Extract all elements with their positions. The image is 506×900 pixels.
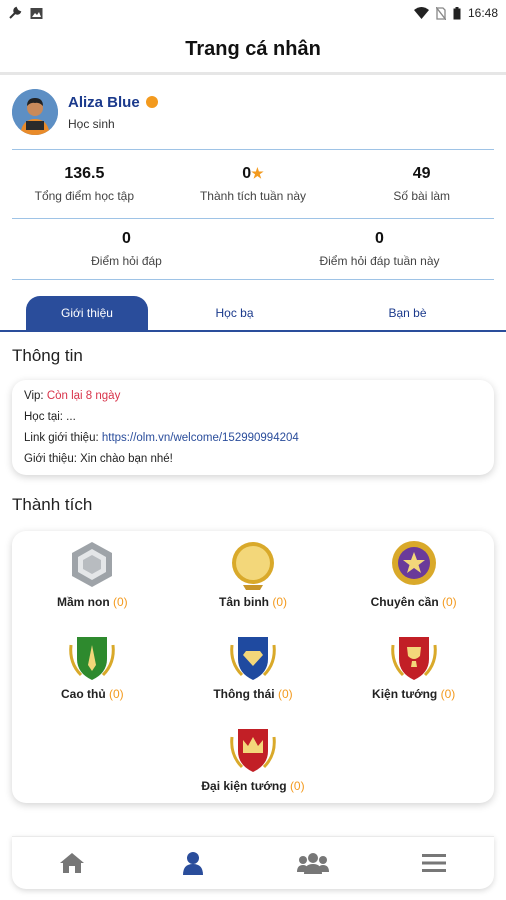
achievement-count: (0) — [113, 595, 128, 609]
menu-icon — [421, 854, 446, 872]
stats-row-2: 0 Điểm hỏi đáp 0 Điểm hỏi đáp tuần này — [0, 219, 506, 279]
no-sim-icon — [435, 6, 446, 20]
avatar[interactable] — [12, 89, 58, 135]
wifi-icon — [413, 7, 429, 19]
stat-value: 0 — [122, 230, 131, 247]
study-place-row: Học tại: ... — [24, 411, 76, 423]
star-medal-icon — [391, 541, 436, 585]
profile-tabs: Giới thiệu Học bạ Bạn bè — [0, 296, 506, 332]
home-icon — [60, 853, 85, 873]
tab-transcript[interactable]: Học bạ — [148, 296, 321, 330]
profile-role: Học sinh — [68, 116, 115, 131]
info-card: Vip: Còn lại 8 ngày Học tại: ... Link gi… — [12, 380, 494, 475]
profile-icon — [182, 852, 203, 875]
referral-link[interactable]: https://olm.vn/welcome/152990994204 — [102, 432, 299, 444]
stat-exercise-count: 49 Số bài làm — [337, 165, 506, 203]
bottom-nav — [12, 836, 494, 889]
achievement-count: (0) — [272, 595, 287, 609]
achievement-cao-thu[interactable]: Cao thủ (0) — [12, 631, 173, 717]
achievement-count: (0) — [277, 687, 293, 701]
achievement-name: Thông thái — [213, 687, 275, 701]
gold-medal-icon — [231, 542, 274, 590]
achievement-tan-binh[interactable]: Tân binh (0) — [173, 539, 334, 625]
stats-row-1: 136.5 Tổng điểm học tập 0★ Thành tích tu… — [0, 150, 506, 218]
clock: 16:48 — [467, 6, 498, 20]
achievement-mam-non[interactable]: Mầm non (0) — [12, 539, 173, 625]
achievement-name: Mầm non — [56, 595, 110, 609]
achievement-dai-kien-tuong[interactable]: Đại kiện tướng (0) — [173, 723, 334, 809]
nav-friends[interactable] — [283, 852, 343, 874]
stat-total-score: 136.5 Tổng điểm học tập — [0, 165, 169, 203]
stat-label: Tổng điểm học tập — [34, 189, 135, 203]
vip-badge-icon — [145, 96, 158, 108]
achievements-section-title: Thành tích — [12, 495, 93, 514]
image-icon — [30, 7, 43, 19]
achievement-count: (0) — [440, 687, 456, 701]
profile-name[interactable]: Aliza Blue — [68, 94, 140, 111]
nav-profile[interactable] — [163, 851, 223, 875]
vip-value: Còn lại 8 ngày — [46, 390, 121, 402]
achievement-name: Cao thủ — [60, 687, 106, 701]
achievement-kien-tuong[interactable]: Kiện tướng (0) — [333, 631, 494, 717]
link-row: Link giới thiệu: https://olm.vn/welcome/… — [24, 432, 482, 444]
stat-qa-weekly: 0 Điểm hỏi đáp tuần này — [253, 230, 506, 268]
tab-intro[interactable]: Giới thiệu — [26, 296, 148, 330]
achievement-count: (0) — [109, 687, 124, 701]
stat-label: Thành tích tuần này — [199, 189, 307, 203]
tab-friends[interactable]: Bạn bè — [321, 296, 494, 330]
achievement-count: (0) — [289, 779, 305, 793]
vip-label: Vip: — [24, 390, 47, 402]
stat-label: Số bài làm — [393, 189, 451, 203]
achievements-card: Mầm non (0) Tân binh (0) Chuyên cần (0) — [12, 531, 494, 803]
hexagon-medal-icon — [72, 542, 113, 587]
stat-value: 136.5 — [64, 165, 105, 182]
achievement-name: Chuyên cần — [370, 595, 439, 609]
red-shield-trophy-icon — [390, 637, 437, 680]
wrench-icon — [9, 6, 22, 19]
link-label: Link giới thiệu: — [24, 432, 102, 444]
green-shield-icon — [69, 637, 116, 680]
nav-home[interactable] — [42, 852, 102, 874]
crown-shield-icon — [230, 729, 276, 772]
blue-shield-icon — [230, 637, 276, 680]
stat-value: 49 — [412, 165, 431, 182]
stat-weekly-achievement: 0★ Thành tích tuần này — [169, 165, 338, 203]
divider — [12, 279, 494, 280]
stat-value: 0 — [375, 230, 384, 247]
app-header: Trang cá nhân — [0, 26, 506, 75]
achievement-name: Đại kiện tướng — [201, 779, 287, 793]
achievement-thong-thai[interactable]: Thông thái (0) — [173, 631, 334, 717]
achievement-count: (0) — [442, 595, 457, 609]
achievement-name: Tân binh — [218, 595, 269, 609]
nav-menu[interactable] — [404, 853, 464, 873]
stat-value: 0 — [242, 165, 252, 182]
profile-section: Aliza Blue Học sinh — [0, 75, 506, 149]
stat-qa-score: 0 Điểm hỏi đáp — [0, 230, 253, 268]
achievement-chuyen-can[interactable]: Chuyên cần (0) — [333, 539, 494, 625]
info-section-title: Thông tin — [12, 346, 83, 365]
intro-row: Giới thiệu: Xin chào bạn nhé! — [24, 453, 173, 465]
stat-label: Điểm hỏi đáp tuần này — [319, 254, 440, 268]
group-icon — [297, 853, 330, 874]
status-bar: 16:48 — [0, 0, 506, 26]
page-title: Trang cá nhân — [185, 37, 321, 60]
battery-icon — [453, 6, 461, 19]
achievement-name: Kiện tướng — [372, 687, 438, 701]
star-icon: ★ — [251, 165, 264, 181]
stat-label: Điểm hỏi đáp — [91, 254, 162, 268]
vip-row: Vip: Còn lại 8 ngày — [24, 390, 482, 402]
